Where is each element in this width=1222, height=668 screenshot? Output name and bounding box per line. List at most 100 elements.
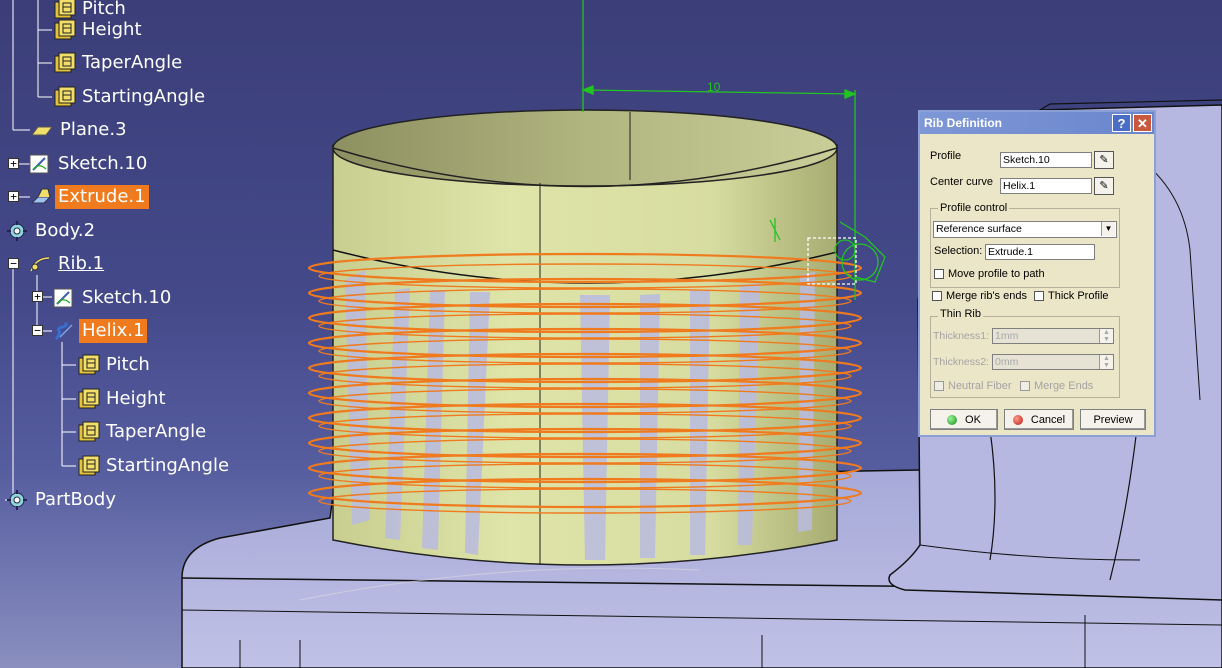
expand-toggle[interactable]: +: [32, 291, 43, 302]
profile-field[interactable]: Sketch.10: [1000, 152, 1092, 168]
thick-profile-checkbox[interactable]: Thick Profile: [1034, 290, 1109, 302]
thickness1-value: 1mm: [995, 330, 1019, 342]
parameter-icon: [76, 353, 100, 377]
tree-node[interactable]: StartingAngle: [76, 453, 232, 479]
checkbox-box[interactable]: [1020, 381, 1030, 391]
thickness2-label: Thickness2:: [933, 356, 990, 368]
tree-node[interactable]: Plane.3: [30, 117, 130, 143]
merge-ends-thin-label: Merge Ends: [1034, 380, 1094, 392]
tree-node-label: Extrude.1: [55, 185, 149, 209]
dimension-value: 10: [707, 80, 721, 94]
helix-icon: [52, 319, 76, 343]
cancel-button[interactable]: Cancel: [1004, 409, 1074, 430]
tree-node[interactable]: Extrude.1: [28, 184, 149, 210]
tree-node[interactable]: Height: [76, 386, 169, 412]
tree-node-label: Pitch: [106, 354, 150, 375]
checkbox-box[interactable]: [932, 291, 942, 301]
tree-node-label: Rib.1: [58, 253, 105, 274]
ok-button[interactable]: OK: [930, 409, 998, 430]
center-curve-label: Center curve: [930, 176, 993, 188]
thin-rib-label: Thin Rib: [938, 308, 983, 320]
thick-profile-label: Thick Profile: [1048, 290, 1109, 302]
tree-node-label: Height: [106, 388, 166, 409]
tree-node-label: StartingAngle: [82, 86, 206, 107]
tree-node-label: StartingAngle: [106, 455, 230, 476]
cancel-red-icon: [1012, 414, 1023, 425]
tree-node-label: Helix.1: [79, 319, 148, 343]
profile-label: Profile: [930, 150, 962, 162]
neutral-fiber-label: Neutral Fiber: [948, 380, 1012, 392]
parameter-icon: [52, 51, 76, 75]
center-curve-field[interactable]: Helix.1: [1000, 178, 1092, 194]
plane-icon: [30, 118, 54, 142]
checkbox-box[interactable]: [1034, 291, 1044, 301]
tree-node-label: TaperAngle: [82, 52, 183, 73]
tree-node[interactable]: StartingAngle: [52, 84, 208, 110]
close-button[interactable]: ✕: [1133, 114, 1152, 132]
tree-node[interactable]: PartBody: [5, 487, 119, 513]
expand-toggle[interactable]: +: [8, 191, 19, 202]
tree-node-label: Height: [82, 19, 142, 40]
expand-toggle[interactable]: +: [8, 158, 19, 169]
body-icon: [5, 219, 29, 243]
thickness1-label: Thickness1:: [933, 330, 990, 342]
tree-node-label: Body.2: [35, 220, 96, 241]
tree-node[interactable]: Height: [52, 17, 145, 43]
help-button[interactable]: ?: [1112, 114, 1131, 132]
edit-curve-icon[interactable]: ✎: [1094, 177, 1114, 195]
tree-node-label: Sketch.10: [58, 153, 148, 174]
parameter-icon: [52, 85, 76, 109]
merge-ends-label: Merge rib's ends: [946, 290, 1027, 302]
merge-ends-thin-checkbox[interactable]: Merge Ends: [1020, 380, 1093, 392]
tree-node[interactable]: Sketch.10: [28, 151, 150, 177]
tree-node[interactable]: Sketch.10: [52, 285, 174, 311]
neutral-fiber-checkbox[interactable]: Neutral Fiber: [934, 380, 1012, 392]
parameter-icon: [76, 387, 100, 411]
sketch-icon: [52, 286, 76, 310]
move-profile-checkbox[interactable]: Move profile to path: [934, 268, 1045, 280]
ok-label: OK: [965, 413, 981, 426]
profile-control-select[interactable]: Reference surface ▼: [933, 221, 1117, 238]
merge-ends-checkbox[interactable]: Merge rib's ends: [932, 290, 1027, 302]
profile-control-value: Reference surface: [936, 223, 1022, 235]
checkbox-box[interactable]: [934, 381, 944, 391]
tree-node-label: TaperAngle: [106, 421, 207, 442]
tree-node[interactable]: TaperAngle: [76, 419, 209, 445]
specification-tree: + + − + − Pitch Height TaperAngle StartingA…: [0, 0, 260, 668]
rib-icon: [28, 252, 52, 276]
tree-node-label: Plane.3: [60, 119, 127, 140]
dialog-titlebar[interactable]: Rib Definition ? ✕: [920, 112, 1154, 134]
parameter-icon: [76, 454, 100, 478]
tree-node[interactable]: Rib.1: [28, 251, 107, 277]
spinner-icon[interactable]: ▲ ▼: [1099, 355, 1113, 369]
tree-node-label: Sketch.10: [82, 287, 172, 308]
move-profile-label: Move profile to path: [948, 268, 1045, 280]
spinner-icon[interactable]: ▲ ▼: [1099, 329, 1113, 343]
collapse-toggle[interactable]: −: [8, 258, 19, 269]
preview-button[interactable]: Preview: [1080, 409, 1146, 430]
dialog-title: Rib Definition: [924, 116, 1002, 130]
parameter-icon: [76, 420, 100, 444]
chevron-down-icon[interactable]: ▼: [1101, 222, 1115, 236]
tree-node[interactable]: Body.2: [5, 218, 98, 244]
cancel-label: Cancel: [1030, 413, 1066, 426]
sketch-icon: [28, 152, 52, 176]
rib-definition-dialog: Rib Definition ? ✕ Profile Sketch.10 ✎ C…: [918, 110, 1156, 437]
body-icon: [5, 488, 29, 512]
parameter-icon: [52, 18, 76, 42]
thickness1-field[interactable]: 1mm ▲ ▼: [992, 328, 1114, 344]
tree-node-label: PartBody: [35, 489, 116, 510]
tree-node[interactable]: Helix.1: [52, 318, 148, 344]
tree-node[interactable]: Pitch: [76, 352, 153, 378]
selection-label: Selection:: [934, 245, 983, 257]
selection-field[interactable]: Extrude.1: [985, 244, 1095, 260]
ok-green-icon: [947, 414, 958, 425]
checkbox-box[interactable]: [934, 269, 944, 279]
profile-control-label: Profile control: [938, 202, 1010, 214]
thickness2-field[interactable]: 0mm ▲ ▼: [992, 354, 1114, 370]
tree-node[interactable]: TaperAngle: [52, 50, 185, 76]
thickness2-value: 0mm: [995, 356, 1019, 368]
collapse-toggle[interactable]: −: [32, 325, 43, 336]
extrude-icon: [28, 185, 52, 209]
edit-sketch-icon[interactable]: ✎: [1094, 151, 1114, 169]
